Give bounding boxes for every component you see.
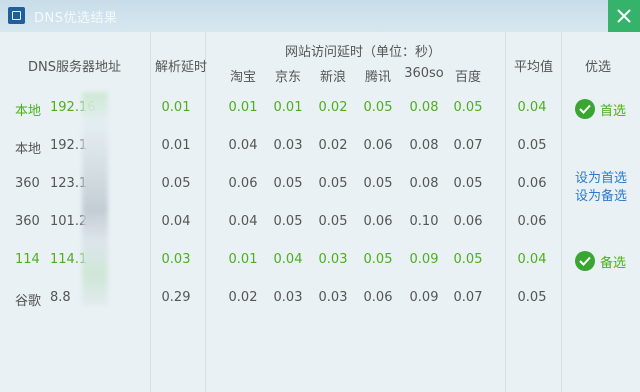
header-site-2: 新浪 (319, 70, 346, 85)
row-site-delay: 0.08 (409, 100, 439, 115)
row-resolve-delay: 0.03 (161, 252, 191, 267)
header-dns-server: DNS服务器地址 (28, 60, 121, 75)
row-site-delay: 0.01 (228, 100, 258, 115)
column-divider (561, 32, 562, 392)
row-name: 本地 (15, 104, 42, 119)
set-secondary-link[interactable]: 设为备选 (575, 185, 627, 204)
row-resolve-delay: 0.05 (161, 176, 191, 191)
row-site-delay: 0.04 (228, 214, 258, 229)
row-site-delay: 0.05 (363, 176, 393, 191)
dns-app-icon (8, 7, 25, 24)
row-site-delay: 0.06 (453, 214, 483, 229)
close-icon (617, 9, 631, 23)
row-site-delay: 0.03 (273, 290, 303, 305)
row-site-delay: 0.03 (318, 290, 348, 305)
row-ip: 8.8 (50, 290, 71, 305)
row-name: 114 (15, 252, 40, 267)
row-average: 0.06 (517, 176, 547, 191)
header-average: 平均值 (514, 60, 554, 75)
row-site-delay: 0.03 (273, 138, 303, 153)
row-site-delay: 0.10 (409, 214, 439, 229)
row-average: 0.04 (517, 252, 547, 267)
row-resolve-delay: 0.01 (161, 100, 191, 115)
row-site-delay: 0.05 (363, 252, 393, 267)
title-bar: DNS优选结果 (0, 0, 640, 32)
row-site-delay: 0.09 (409, 290, 439, 305)
check-icon (575, 99, 595, 119)
row-site-delay: 0.06 (363, 138, 393, 153)
row-site-delay: 0.06 (363, 290, 393, 305)
column-divider (150, 32, 151, 392)
header-resolve-delay: 解析延时 (155, 60, 208, 75)
check-icon (575, 251, 595, 271)
row-site-delay: 0.05 (273, 176, 303, 191)
close-button[interactable] (608, 0, 640, 32)
row-site-delay: 0.07 (453, 138, 483, 153)
row-site-delay: 0.07 (453, 290, 483, 305)
row-site-delay: 0.05 (318, 214, 348, 229)
header-site-4: 360so (404, 66, 444, 81)
row-resolve-delay: 0.04 (161, 214, 191, 229)
row-site-delay: 0.08 (409, 176, 439, 191)
row-site-delay: 0.05 (453, 252, 483, 267)
row-site-delay: 0.03 (318, 252, 348, 267)
row-site-delay: 0.02 (318, 138, 348, 153)
row-average: 0.04 (517, 100, 547, 115)
row-site-delay: 0.01 (228, 252, 258, 267)
header-preferred: 优选 (585, 60, 612, 75)
header-site-5: 百度 (454, 70, 481, 85)
header-site-1: 京东 (274, 70, 301, 85)
row-site-delay: 0.09 (409, 252, 439, 267)
row-site-delay: 0.06 (228, 176, 258, 191)
window-title: DNS优选结果 (34, 11, 118, 26)
row-average: 0.05 (517, 138, 547, 153)
row-site-delay: 0.06 (363, 214, 393, 229)
row-resolve-delay: 0.01 (161, 138, 191, 153)
row-site-delay: 0.05 (453, 176, 483, 191)
header-site-delay: 网站访问延时（单位：秒） (285, 45, 442, 60)
preferred-label: 备选 (600, 256, 627, 271)
row-site-delay: 0.02 (318, 100, 348, 115)
redaction-mosaic (82, 92, 108, 306)
row-name: 谷歌 (15, 294, 42, 309)
preferred-label: 首选 (600, 104, 627, 119)
column-divider (205, 32, 206, 392)
header-site-0: 淘宝 (229, 70, 256, 85)
row-site-delay: 0.02 (228, 290, 258, 305)
header-site-3: 腾讯 (364, 70, 391, 85)
row-site-delay: 0.04 (273, 252, 303, 267)
row-name: 本地 (15, 142, 42, 157)
row-site-delay: 0.05 (273, 214, 303, 229)
row-average: 0.06 (517, 214, 547, 229)
row-name: 360 (15, 176, 40, 191)
row-average: 0.05 (517, 290, 547, 305)
row-site-delay: 0.01 (273, 100, 303, 115)
row-name: 360 (15, 214, 40, 229)
row-site-delay: 0.05 (318, 176, 348, 191)
row-site-delay: 0.08 (409, 138, 439, 153)
set-primary-link[interactable]: 设为首选 (575, 167, 627, 186)
row-site-delay: 0.05 (363, 100, 393, 115)
column-divider (505, 32, 506, 392)
row-site-delay: 0.04 (228, 138, 258, 153)
row-resolve-delay: 0.29 (161, 290, 191, 305)
row-site-delay: 0.05 (453, 100, 483, 115)
